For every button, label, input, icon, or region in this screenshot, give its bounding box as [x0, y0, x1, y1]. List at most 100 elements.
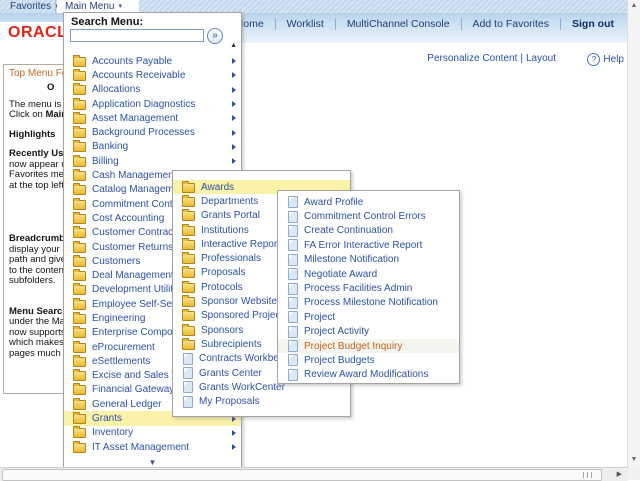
menu-item[interactable]: Project Budget Inquiry	[278, 339, 459, 353]
menu-item[interactable]: Commitment Control Errors	[278, 209, 459, 223]
vertical-scrollbar[interactable]: ▲ ▼	[627, 0, 640, 467]
folder-icon	[182, 226, 195, 236]
folder-icon	[73, 171, 86, 181]
menu-item-label: Banking	[92, 141, 241, 152]
search-input[interactable]	[70, 29, 204, 42]
menu-item[interactable]: Review Award Modifications	[278, 368, 459, 382]
menu-item-label: Create Continuation	[304, 225, 459, 236]
folder-icon	[73, 142, 86, 152]
content-text: Breadcrumbs	[9, 233, 70, 244]
menu-item[interactable]: Banking	[64, 140, 241, 154]
menu-item-label: Commitment Control Errors	[304, 211, 459, 222]
submenu-arrow-icon	[232, 144, 236, 150]
horizontal-scrollbar[interactable]: ▶	[0, 467, 628, 481]
menu-item[interactable]: Allocations	[64, 83, 241, 97]
page-icon	[288, 239, 298, 251]
menu-item[interactable]: FA Error Interactive Report	[278, 238, 459, 252]
content-text: subfolders.	[9, 275, 55, 286]
menu-item-label: Billing	[92, 156, 241, 167]
folder-icon	[73, 414, 86, 424]
menu-item[interactable]: Application Diagnostics	[64, 97, 241, 111]
menu-item[interactable]: Inventory	[64, 426, 241, 440]
menu-item[interactable]: Milestone Notification	[278, 253, 459, 267]
folder-icon	[73, 257, 86, 267]
help-row: ? Help	[587, 53, 624, 66]
nav-link[interactable]: Worklist	[275, 18, 324, 30]
chevron-down-icon: ▾	[118, 3, 122, 10]
folder-icon	[73, 100, 86, 110]
search-menu-label: Search Menu:	[71, 16, 143, 28]
page-icon	[288, 326, 298, 338]
menu-item[interactable]: Award Profile	[278, 195, 459, 209]
menu-item[interactable]: Process Milestone Notification	[278, 296, 459, 310]
submenu-arrow-icon	[232, 72, 236, 78]
menu-item-label: Project	[304, 312, 459, 323]
folder-icon	[73, 371, 86, 381]
folder-icon	[182, 326, 195, 336]
menu-item[interactable]: My Proposals	[173, 394, 350, 408]
folder-icon	[73, 314, 86, 324]
menu-item-label: Accounts Receivable	[92, 70, 241, 81]
scrollbar-corner	[628, 467, 640, 480]
menu-item[interactable]: Project Activity	[278, 325, 459, 339]
page-icon	[183, 396, 193, 408]
scrollbar-right-button[interactable]: ▶	[617, 471, 622, 478]
content-text: Click on	[9, 109, 45, 120]
nav-link[interactable]: Add to Favorites	[461, 18, 549, 30]
menu-item[interactable]: IT Asset Management	[64, 440, 241, 454]
scrollbar-up-button[interactable]: ▲	[628, 2, 640, 9]
scrollbar-down-button[interactable]: ▼	[628, 456, 640, 463]
submenu-arrow-icon	[232, 430, 236, 436]
submenu-arrow-icon	[232, 130, 236, 136]
nav-link[interactable]: MultiChannel Console	[335, 18, 450, 30]
nav-link[interactable]: Sign out	[560, 18, 614, 30]
h-scroll-thumb[interactable]	[2, 469, 602, 481]
folder-icon	[73, 285, 86, 295]
page-icon	[288, 283, 298, 295]
content-text: to the contents	[9, 265, 71, 276]
folder-icon	[73, 114, 86, 124]
menu-scroll-down-button[interactable]: ▼	[64, 459, 241, 467]
menu-scroll-up-button[interactable]: ▲	[230, 42, 237, 49]
menu-item[interactable]: Accounts Receivable	[64, 68, 241, 82]
page-icon	[288, 369, 298, 381]
page-icon	[288, 225, 298, 237]
help-link[interactable]: Help	[603, 54, 624, 65]
menu-item-label: Review Award Modifications	[304, 369, 459, 380]
menu-item[interactable]: Create Continuation	[278, 224, 459, 238]
search-go-button[interactable]: »	[207, 28, 223, 44]
submenu-arrow-icon	[232, 101, 236, 107]
page-icon	[288, 268, 298, 280]
menu-item-label: Project Activity	[304, 326, 459, 337]
favorites-tab-label: Favorites	[10, 1, 51, 12]
folder-icon	[182, 340, 195, 350]
menu-item[interactable]: Project Budgets	[278, 353, 459, 367]
folder-icon	[73, 385, 86, 395]
submenu-arrow-icon	[232, 115, 236, 121]
menu-item[interactable]: Project	[278, 310, 459, 324]
folder-icon	[73, 443, 86, 453]
menu-item-label: Process Milestone Notification	[304, 297, 459, 308]
personalize-content-link[interactable]: Personalize Content	[427, 53, 517, 64]
menu-item-label: Award Profile	[304, 197, 459, 208]
menu-item[interactable]: Billing	[64, 154, 241, 168]
page-icon	[183, 381, 193, 393]
folder-icon	[182, 268, 195, 278]
menu-item-label: Project Budgets	[304, 355, 459, 366]
menu-item[interactable]: Background Processes	[64, 125, 241, 139]
folder-icon	[73, 71, 86, 81]
menu-item[interactable]: Process Facilities Admin	[278, 281, 459, 295]
menu-item[interactable]: Accounts Payable	[64, 54, 241, 68]
folder-icon	[182, 283, 195, 293]
folder-icon	[73, 343, 86, 353]
separator: |	[520, 53, 523, 64]
menu-item[interactable]: Asset Management	[64, 111, 241, 125]
folder-icon	[182, 297, 195, 307]
layout-link[interactable]: Layout	[526, 53, 556, 64]
folder-icon	[182, 197, 195, 207]
menu-item[interactable]: Negotiate Award	[278, 267, 459, 281]
tab-divider	[55, 0, 56, 13]
page-icon	[183, 353, 193, 365]
menu-item-label: IT Asset Management	[92, 442, 241, 453]
menu-item-label: Background Processes	[92, 127, 241, 138]
